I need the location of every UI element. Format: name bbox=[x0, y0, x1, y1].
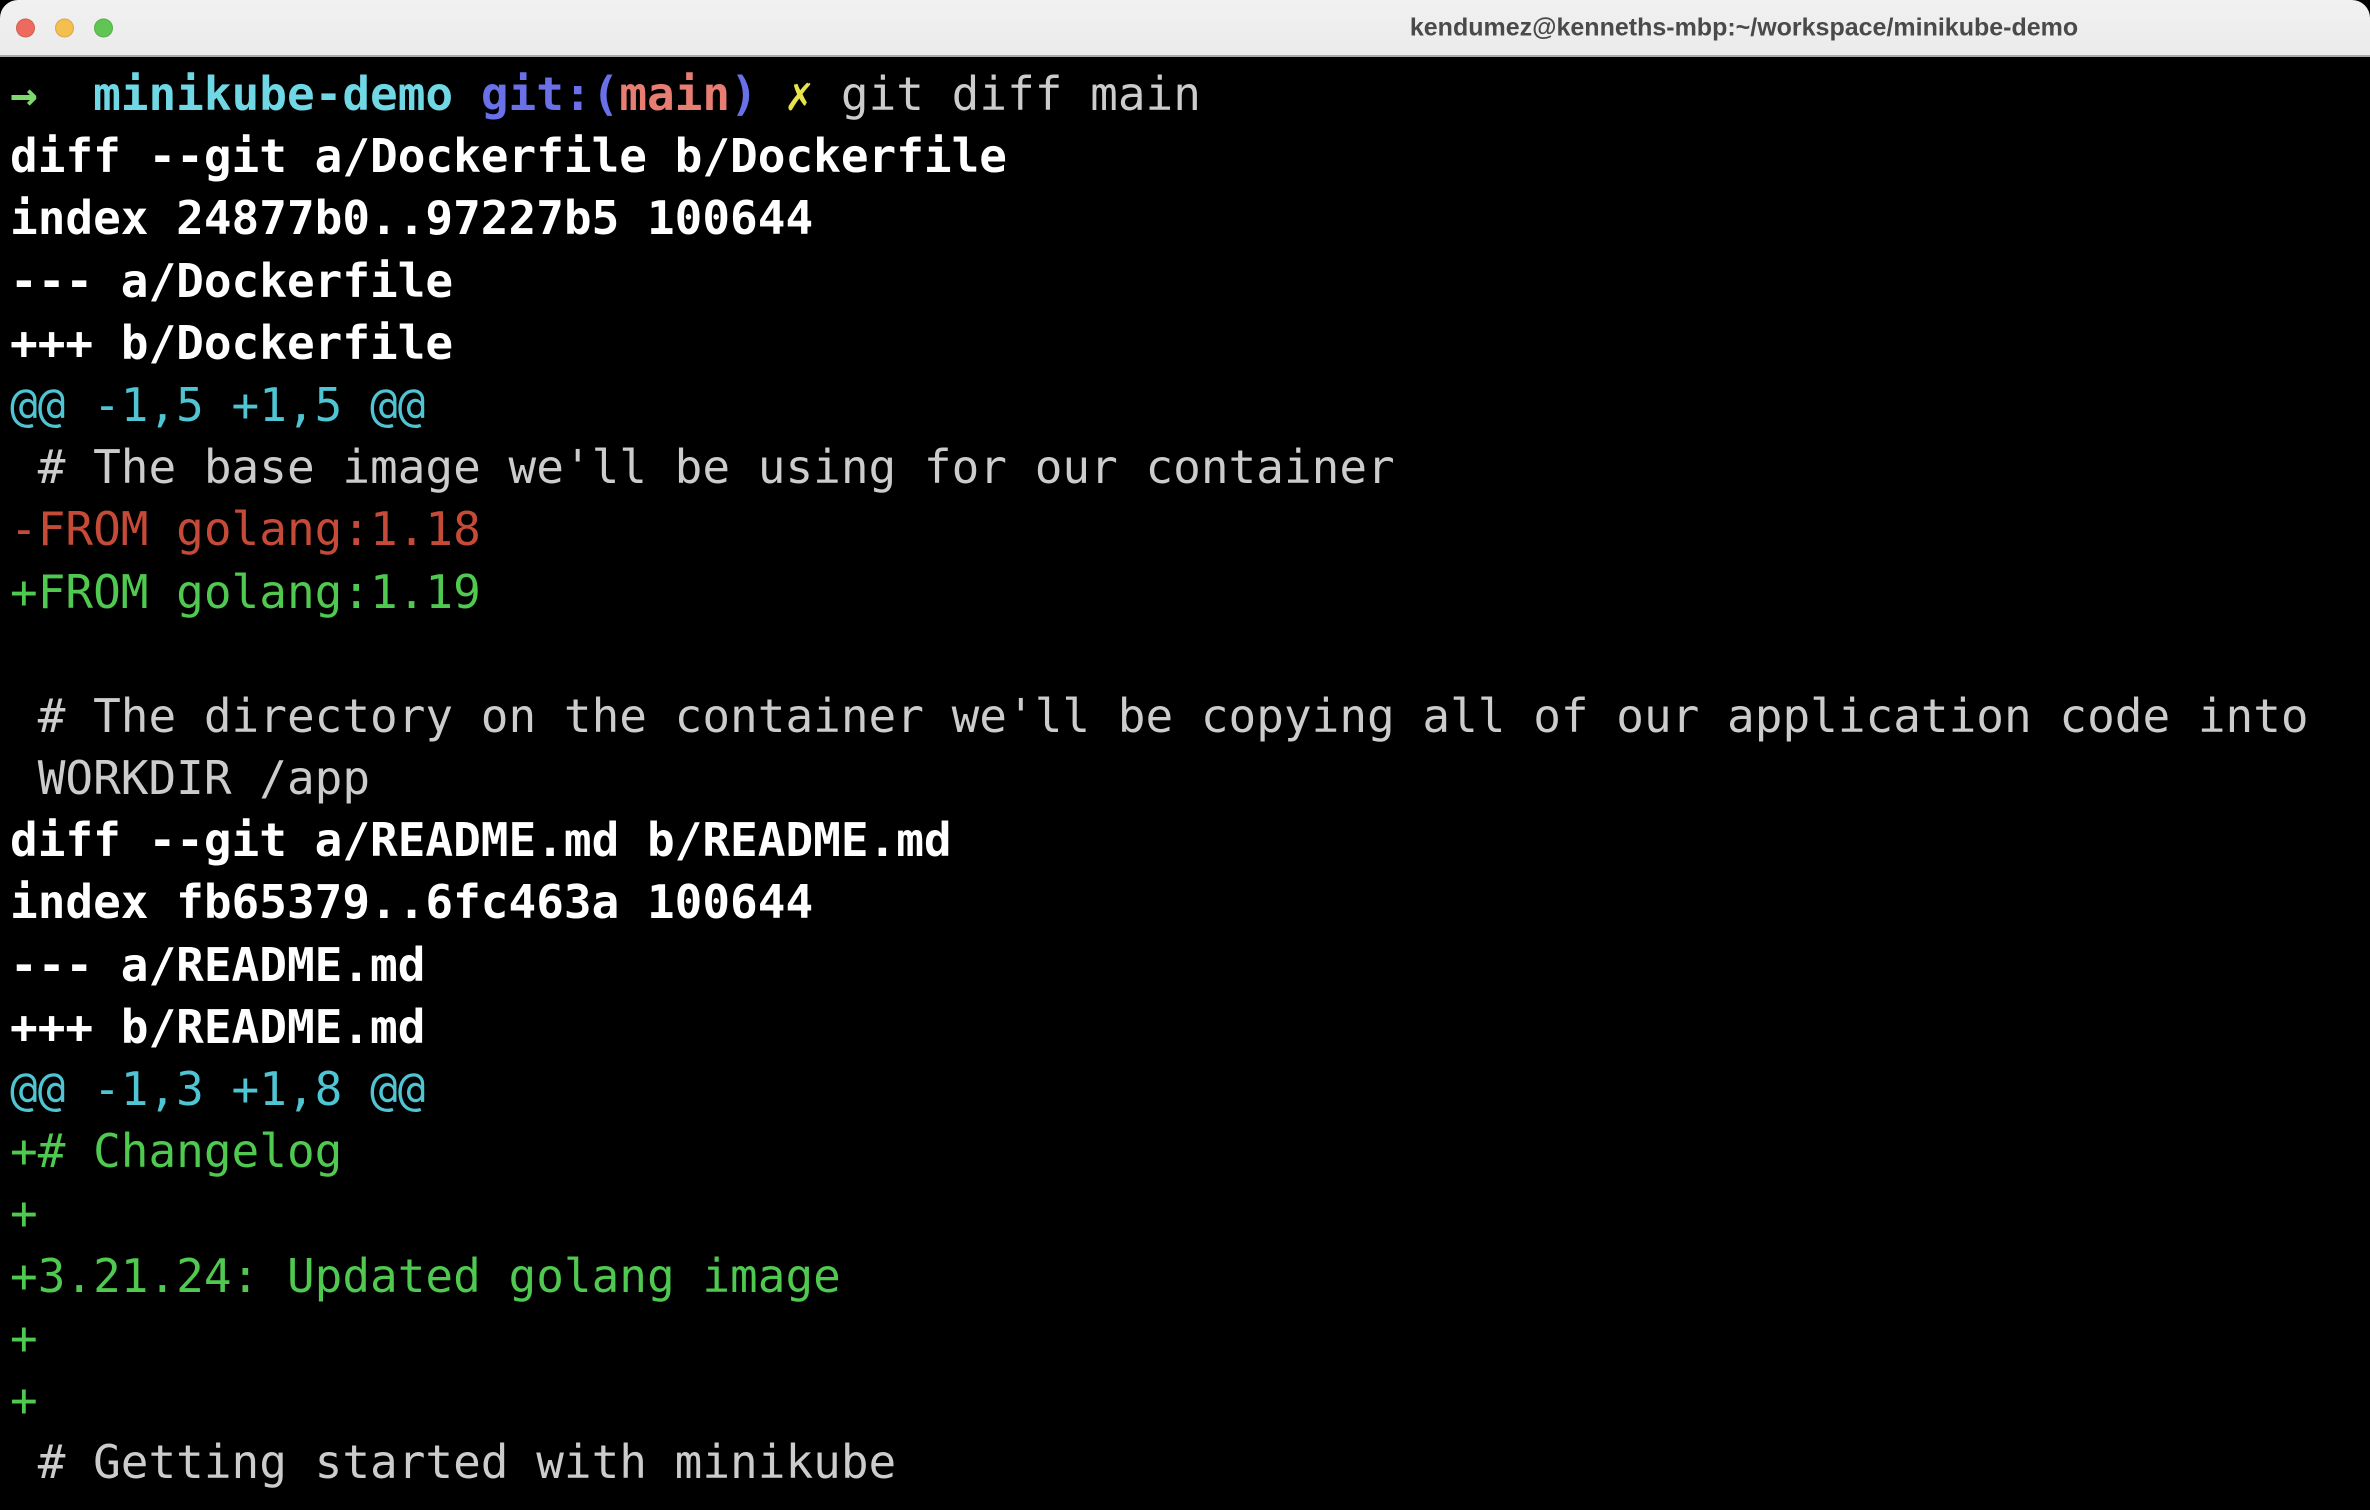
prompt-spacer bbox=[453, 67, 481, 121]
context-line: # Getting started with minikube bbox=[10, 1431, 2360, 1493]
diff-index: index fb65379..6fc463a 100644 bbox=[10, 875, 813, 929]
deletion-text: -FROM golang:1.18 bbox=[10, 502, 481, 556]
diff-old-file: --- a/Dockerfile bbox=[10, 254, 453, 308]
diff-header-line: diff --git a/Dockerfile b/Dockerfile bbox=[10, 125, 2360, 187]
context-text: WORKDIR /app bbox=[10, 751, 370, 805]
addition-line: + bbox=[10, 1182, 2360, 1244]
prompt-line: → minikube-demo git:(main) ✗ git diff ma… bbox=[10, 63, 2360, 125]
prompt-command: git diff main bbox=[813, 67, 1201, 121]
diff-new-file-line: +++ b/Dockerfile bbox=[10, 312, 2360, 374]
traffic-lights bbox=[16, 18, 113, 37]
diff-old-file: --- a/README.md bbox=[10, 938, 425, 992]
context-line bbox=[10, 623, 2360, 685]
diff-new-file-line: +++ b/README.md bbox=[10, 996, 2360, 1058]
close-button[interactable] bbox=[16, 18, 35, 37]
prompt-spacer bbox=[758, 67, 786, 121]
addition-text: +FROM golang:1.19 bbox=[10, 565, 481, 619]
prompt-cwd: minikube-demo bbox=[93, 67, 453, 121]
hunk-header: @@ -1,3 +1,8 @@ bbox=[10, 1062, 425, 1116]
addition-text: +3.21.24: Updated golang image bbox=[10, 1249, 841, 1303]
diff-index-line: index 24877b0..97227b5 100644 bbox=[10, 187, 2360, 249]
prompt-git-branch: main bbox=[619, 67, 730, 121]
diff-index-line: index fb65379..6fc463a 100644 bbox=[10, 871, 2360, 933]
addition-text: + bbox=[10, 1186, 38, 1240]
addition-text: + bbox=[10, 1311, 38, 1365]
prompt-arrow-icon: → bbox=[10, 67, 38, 121]
addition-line: +FROM golang:1.19 bbox=[10, 561, 2360, 623]
terminal-window: kendumez@kenneths-mbp:~/workspace/miniku… bbox=[0, 0, 2370, 1510]
titlebar[interactable]: kendumez@kenneths-mbp:~/workspace/miniku… bbox=[0, 0, 2370, 57]
diff-old-file-line: --- a/README.md bbox=[10, 934, 2360, 996]
context-text: # The base image we'll be using for our … bbox=[10, 440, 1395, 494]
prompt-spacer bbox=[38, 67, 93, 121]
diff-old-file-line: --- a/Dockerfile bbox=[10, 250, 2360, 312]
context-line: # The directory on the container we'll b… bbox=[10, 685, 2360, 747]
diff-new-file: +++ b/README.md bbox=[10, 1000, 425, 1054]
context-text bbox=[10, 627, 38, 681]
context-line: WORKDIR /app bbox=[10, 747, 2360, 809]
prompt-git-decorator-open: git:( bbox=[481, 67, 619, 121]
minimize-button[interactable] bbox=[55, 18, 74, 37]
terminal-screen[interactable]: → minikube-demo git:(main) ✗ git diff ma… bbox=[0, 57, 2370, 1493]
context-text: # The directory on the container we'll b… bbox=[10, 689, 2309, 743]
addition-line: + bbox=[10, 1307, 2360, 1369]
diff-file-header: diff --git a/Dockerfile b/Dockerfile bbox=[10, 129, 1007, 183]
prompt-git-decorator-close: ) bbox=[730, 67, 758, 121]
addition-line: +# Changelog bbox=[10, 1120, 2360, 1182]
addition-text: + bbox=[10, 1373, 38, 1427]
context-text: # Getting started with minikube bbox=[10, 1435, 896, 1489]
diff-file-header: diff --git a/README.md b/README.md bbox=[10, 813, 952, 867]
diff-header-line: diff --git a/README.md b/README.md bbox=[10, 809, 2360, 871]
hunk-header-line: @@ -1,3 +1,8 @@ bbox=[10, 1058, 2360, 1120]
window-title: kendumez@kenneths-mbp:~/workspace/miniku… bbox=[1410, 13, 2078, 42]
deletion-line: -FROM golang:1.18 bbox=[10, 498, 2360, 560]
addition-text: +# Changelog bbox=[10, 1124, 342, 1178]
diff-new-file: +++ b/Dockerfile bbox=[10, 316, 453, 370]
hunk-header: @@ -1,5 +1,5 @@ bbox=[10, 378, 425, 432]
diff-index: index 24877b0..97227b5 100644 bbox=[10, 191, 813, 245]
prompt-dirty-icon: ✗ bbox=[786, 67, 814, 121]
context-line: # The base image we'll be using for our … bbox=[10, 436, 2360, 498]
addition-line: +3.21.24: Updated golang image bbox=[10, 1245, 2360, 1307]
hunk-header-line: @@ -1,5 +1,5 @@ bbox=[10, 374, 2360, 436]
addition-line: + bbox=[10, 1369, 2360, 1431]
zoom-button[interactable] bbox=[94, 18, 113, 37]
